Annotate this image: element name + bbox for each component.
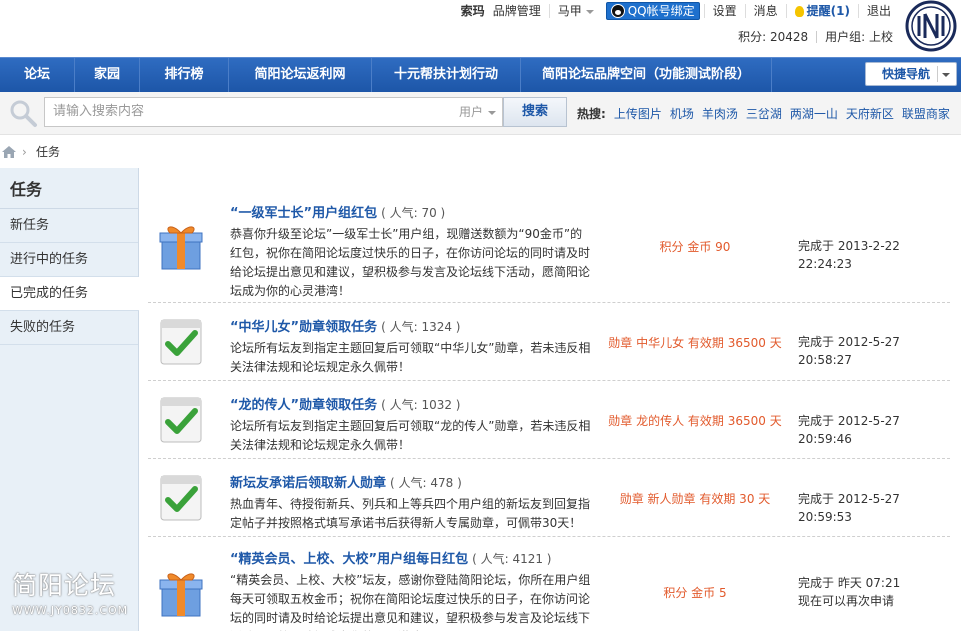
qq-bind-button[interactable]: QQ帐号绑定 (605, 2, 700, 20)
task-title[interactable]: “精英会员、上校、大校”用户组每日红包 (230, 552, 468, 567)
sidebar-title: 任务 (0, 168, 138, 209)
breadcrumb-current: 任务 (36, 145, 61, 159)
hot-search-label: 热搜: (577, 107, 606, 121)
user-stats: 积分: 20428 用户组: 上校 (730, 28, 901, 45)
username-link[interactable]: 索玛 (453, 4, 493, 18)
nav-item-forum[interactable]: 论坛 (0, 58, 75, 92)
check-icon (160, 475, 202, 521)
task-desc: 热血青年、待授衔新兵、列兵和上等兵四个用户组的新坛友到回复指定帖子并按照格式填写… (230, 497, 591, 530)
task-body: “中华儿女”勋章领取任务 ( 人气: 1324 ) 论坛所有坛友到指定主题回复后可… (230, 316, 592, 377)
task-title[interactable]: 新坛友承诺后领取新人勋章 (230, 476, 386, 491)
brand-manage-link[interactable]: 品牌管理 (493, 4, 549, 18)
search-bar: 请输入搜索内容 用户 搜索 热搜: 上传图片 机场 羊肉汤 三岔湖 两湖一山 天… (0, 92, 961, 135)
task-status: 完成于 2012-5-27 20:59:53 (798, 492, 900, 524)
usergroup-link[interactable]: 用户组: 上校 (817, 28, 901, 45)
task-desc: 恭喜你升级至论坛”一级军士长”用户组，现赠送数额为“90金币”的红包，祝你在简阳… (230, 227, 591, 298)
settings-link[interactable]: 设置 (703, 4, 745, 18)
task-body: “精英会员、上校、大校”用户组每日红包 ( 人气: 4121 ) “精英会员、上校… (230, 548, 592, 631)
remind-link[interactable]: 提醒(1) (785, 4, 858, 18)
breadcrumb-separator-icon: › (22, 145, 27, 159)
sidebar-item-completed[interactable]: 已完成的任务 (0, 277, 139, 311)
task-status: 完成于 2012-5-27 20:59:46 (798, 414, 900, 446)
qq-penguin-icon (610, 4, 625, 18)
task-reward: 积分 金币 5 (663, 586, 727, 600)
task-popularity: ( 人气: 1324 ) (381, 320, 461, 334)
divider (937, 66, 938, 82)
hot-keyword[interactable]: 羊肉汤 (702, 105, 738, 122)
logout-link[interactable]: 退出 (857, 4, 899, 18)
gift-icon (159, 573, 203, 617)
points-link[interactable]: 积分: 20428 (730, 28, 816, 45)
messages-link[interactable]: 消息 (744, 4, 786, 18)
list-item: “一级军士长”用户组红包 ( 人气: 70 ) 恭喜你升级至论坛”一级军士长”用户… (148, 191, 950, 303)
task-reward: 积分 金币 90 (659, 240, 731, 254)
task-body: 新坛友承诺后领取新人勋章 ( 人气: 478 ) 热血青年、待授衔新兵、列兵和上等… (230, 472, 592, 533)
user-links: 索玛 品牌管理 马甲 QQ帐号绑定 设置 消息 提醒(1) 退出 (453, 2, 899, 20)
task-status: 完成于 昨天 07:21 现在可以再次申请 (798, 576, 901, 608)
list-item: “中华儿女”勋章领取任务 ( 人气: 1324 ) 论坛所有坛友到指定主题回复后可… (148, 302, 950, 381)
quick-nav-button[interactable]: 快捷导航 (865, 62, 957, 86)
check-icon (160, 397, 202, 443)
breadcrumb: › 任务 (0, 136, 961, 168)
hot-keyword[interactable]: 上传图片 (614, 105, 662, 122)
hot-keyword[interactable]: 机场 (670, 105, 694, 122)
chevron-down-icon (488, 111, 496, 115)
site-logo-icon[interactable] (905, 0, 957, 52)
gift-icon (159, 226, 203, 270)
task-popularity: ( 人气: 478 ) (390, 476, 462, 490)
search-input[interactable]: 请输入搜索内容 (44, 97, 454, 127)
sidebar-item-new-tasks[interactable]: 新任务 (0, 209, 138, 243)
hot-keyword[interactable]: 联盟商家 (902, 105, 950, 122)
main-nav: 论坛 家园 排行榜 简阳论坛返利网 十元帮扶计划行动 简阳论坛品牌空间（功能测试… (0, 57, 961, 92)
nav-item-brand-space[interactable]: 简阳论坛品牌空间（功能测试阶段） (521, 58, 772, 92)
task-sidebar: 任务 新任务 进行中的任务 已完成的任务 失败的任务 (0, 168, 139, 631)
task-status: 完成于 2013-2-22 22:24:23 (798, 239, 900, 271)
hot-keyword[interactable]: 三岔湖 (746, 105, 782, 122)
task-desc: 论坛所有坛友到指定主题回复后可领取“龙的传人”勋章，若未违反相关法律法规和论坛规… (230, 419, 591, 452)
hot-keyword[interactable]: 天府新区 (846, 105, 894, 122)
task-popularity: ( 人气: 70 ) (381, 206, 446, 220)
task-body: “一级军士长”用户组红包 ( 人气: 70 ) 恭喜你升级至论坛”一级军士长”用户… (230, 202, 592, 301)
list-item: 新坛友承诺后领取新人勋章 ( 人气: 478 ) 热血青年、待授衔新兵、列兵和上等… (148, 458, 950, 537)
task-reward: 勋章 龙的传人 有效期 36500 天 (608, 414, 782, 428)
chevron-down-icon (585, 9, 594, 14)
task-desc: 论坛所有坛友到指定主题回复后可领取“中华儿女”勋章，若未违反相关法律法规和论坛规… (230, 341, 591, 374)
nav-item-ranking[interactable]: 排行榜 (140, 58, 229, 92)
task-list: “一级军士长”用户组红包 ( 人气: 70 ) 恭喜你升级至论坛”一级军士长”用户… (148, 168, 950, 631)
list-item: “精英会员、上校、大校”用户组每日红包 ( 人气: 4121 ) “精英会员、上校… (148, 536, 950, 631)
horse-dropdown[interactable]: 马甲 (548, 4, 602, 18)
top-user-bar: 索玛 品牌管理 马甲 QQ帐号绑定 设置 消息 提醒(1) 退出 积分: 204… (0, 0, 961, 56)
task-reward: 勋章 中华儿女 有效期 36500 天 (608, 336, 782, 350)
task-status: 完成于 2012-5-27 20:58:27 (798, 335, 900, 367)
nav-item-rebate[interactable]: 简阳论坛返利网 (229, 58, 372, 92)
sidebar-item-in-progress[interactable]: 进行中的任务 (0, 243, 138, 277)
site-watermark: 简阳论坛 WWW.JY0832.COM (12, 571, 129, 617)
search-type-select[interactable]: 用户 (453, 97, 503, 127)
task-title[interactable]: “一级军士长”用户组红包 (230, 206, 377, 221)
chevron-down-icon (942, 73, 950, 77)
home-icon[interactable] (2, 146, 16, 158)
sidebar-item-failed[interactable]: 失败的任务 (0, 311, 138, 345)
task-popularity: ( 人气: 1032 ) (381, 398, 461, 412)
hot-keyword[interactable]: 两湖一山 (790, 105, 838, 122)
search-button[interactable]: 搜索 (503, 97, 567, 127)
hot-search: 热搜: 上传图片 机场 羊肉汤 三岔湖 两湖一山 天府新区 联盟商家 (577, 105, 958, 122)
task-reward: 勋章 新人勋章 有效期 30 天 (619, 492, 771, 506)
task-desc: “精英会员、上校、大校”坛友，感谢你登陆简阳论坛，你所在用户组每天可领取五枚金币… (230, 573, 591, 631)
list-item: “龙的传人”勋章领取任务 ( 人气: 1032 ) 论坛所有坛友到指定主题回复后可… (148, 380, 950, 459)
nav-item-aid-plan[interactable]: 十元帮扶计划行动 (372, 58, 521, 92)
task-title[interactable]: “中华儿女”勋章领取任务 (230, 320, 377, 335)
task-title[interactable]: “龙的传人”勋章领取任务 (230, 398, 377, 413)
nav-item-home[interactable]: 家园 (75, 58, 140, 92)
task-popularity: ( 人气: 4121 ) (472, 552, 552, 566)
task-body: “龙的传人”勋章领取任务 ( 人气: 1032 ) 论坛所有坛友到指定主题回复后可… (230, 394, 592, 455)
check-icon (160, 319, 202, 365)
search-icon (10, 100, 37, 127)
lightbulb-icon (794, 6, 804, 17)
